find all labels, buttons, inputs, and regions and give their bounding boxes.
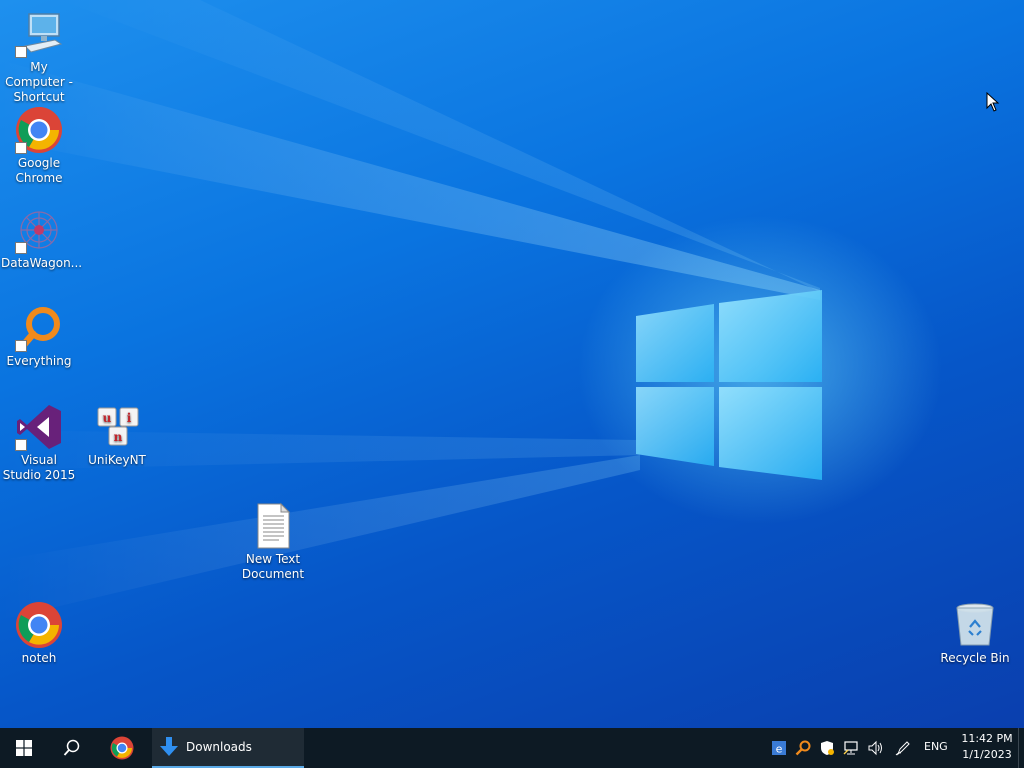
network-icon[interactable] bbox=[842, 739, 860, 757]
show-desktop-button[interactable] bbox=[1018, 728, 1024, 768]
svg-text:n: n bbox=[114, 430, 123, 444]
desktop[interactable]: My Computer - Shortcut Google Chrome Dat… bbox=[0, 0, 1024, 728]
everything-tray-icon[interactable] bbox=[794, 739, 812, 757]
taskbar-downloads-window[interactable]: Downloads bbox=[152, 728, 304, 768]
clock-date: 1/1/2023 bbox=[962, 748, 1012, 761]
desktop-icon-label: Google Chrome bbox=[15, 156, 63, 185]
monitor-icon bbox=[15, 10, 63, 58]
desktop-icon-visual-studio[interactable]: Visual Studio 2015 bbox=[0, 403, 78, 483]
shortcut-arrow-icon bbox=[15, 439, 27, 451]
taskbar-chrome-button[interactable] bbox=[98, 728, 146, 768]
desktop-icon-my-computer[interactable]: My Computer - Shortcut bbox=[0, 10, 78, 105]
windows-wallpaper-logo bbox=[636, 290, 822, 480]
everything-search-icon bbox=[15, 304, 63, 352]
edge-icon[interactable]: e bbox=[770, 739, 788, 757]
desktop-icon-new-text-document[interactable]: New Text Document bbox=[234, 502, 312, 582]
desktop-icon-unikey[interactable]: u i n UniKeyNT bbox=[78, 403, 156, 468]
pen-icon[interactable] bbox=[894, 739, 912, 757]
shortcut-arrow-icon bbox=[15, 340, 27, 352]
desktop-icon-label: My Computer - Shortcut bbox=[5, 60, 73, 104]
shortcut-arrow-icon bbox=[15, 242, 27, 254]
start-button[interactable] bbox=[0, 728, 48, 768]
chrome-icon bbox=[15, 106, 63, 154]
search-button[interactable] bbox=[48, 728, 96, 768]
desktop-icon-label: Everything bbox=[6, 354, 72, 368]
chrome-icon bbox=[110, 736, 134, 760]
search-icon bbox=[63, 739, 80, 756]
desktop-icon-noteh[interactable]: noteh bbox=[0, 601, 78, 666]
desktop-icon-datawagon[interactable]: DataWagon... bbox=[0, 206, 83, 271]
desktop-icon-label: DataWagon... bbox=[1, 256, 83, 270]
unikey-icon: u i n bbox=[93, 403, 141, 451]
datawagon-icon bbox=[15, 206, 63, 254]
desktop-icon-everything[interactable]: Everything bbox=[0, 304, 78, 369]
mouse-cursor-icon bbox=[986, 92, 1000, 112]
shortcut-arrow-icon bbox=[15, 46, 27, 58]
svg-text:e: e bbox=[776, 743, 783, 756]
desktop-icon-label: Visual Studio 2015 bbox=[2, 453, 76, 482]
desktop-icon-label: noteh bbox=[21, 651, 57, 665]
taskbar: Downloads e ENG 11:42 PM 1/1/2023 bbox=[0, 728, 1024, 768]
svg-text:u: u bbox=[103, 411, 112, 425]
desktop-icon-google-chrome[interactable]: Google Chrome bbox=[0, 106, 78, 186]
clock-time: 11:42 PM bbox=[961, 732, 1013, 745]
chrome-icon bbox=[15, 601, 63, 649]
svg-text:i: i bbox=[127, 411, 132, 425]
shortcut-arrow-icon bbox=[15, 142, 27, 154]
desktop-icon-recycle-bin[interactable]: Recycle Bin bbox=[936, 601, 1014, 666]
security-shield-icon[interactable] bbox=[818, 739, 836, 757]
wallpaper-light-rays bbox=[0, 0, 820, 620]
visual-studio-icon bbox=[15, 403, 63, 451]
taskbar-clock[interactable]: 11:42 PM 1/1/2023 bbox=[958, 731, 1016, 763]
desktop-icon-label: Recycle Bin bbox=[940, 651, 1010, 665]
desktop-icon-label: New Text Document bbox=[241, 552, 305, 581]
taskbar-window-label: Downloads bbox=[186, 740, 252, 754]
desktop-icon-label: UniKeyNT bbox=[88, 453, 146, 467]
language-indicator[interactable]: ENG bbox=[924, 740, 948, 753]
recycle-bin-icon bbox=[951, 601, 999, 649]
volume-icon[interactable] bbox=[866, 739, 884, 757]
windows-start-icon bbox=[16, 740, 32, 756]
text-document-icon bbox=[249, 502, 297, 550]
download-arrow-icon bbox=[160, 737, 178, 756]
